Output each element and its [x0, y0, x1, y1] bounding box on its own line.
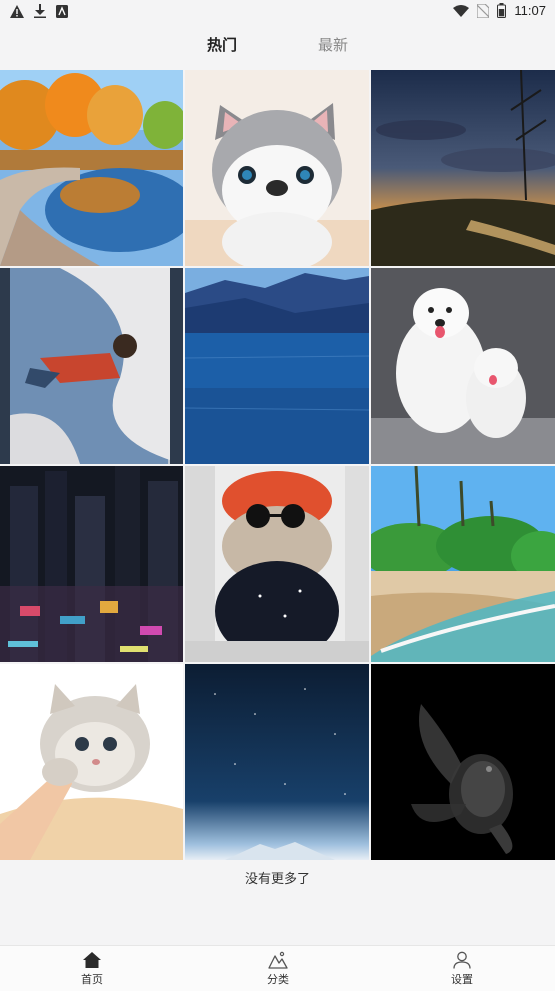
wallpaper-item-boy-painting[interactable] — [0, 268, 183, 464]
status-bar: 11:07 — [0, 0, 555, 24]
battery-icon — [497, 3, 507, 18]
tab-bar: 热门 最新 — [0, 24, 555, 85]
wifi-icon — [453, 4, 470, 17]
person-icon — [453, 951, 471, 969]
wallpaper-item-kitten-paw[interactable] — [0, 664, 183, 860]
nav-label-home: 首页 — [81, 973, 103, 986]
status-right-icons: 11:07 — [453, 3, 546, 18]
nav-item-category[interactable]: 分类 — [248, 951, 308, 987]
wallpaper-grid — [0, 70, 555, 860]
wallpaper-item-tropical-beach[interactable] — [371, 466, 555, 662]
no-sim-icon — [477, 3, 490, 18]
app-icon — [56, 4, 68, 18]
status-left-icons — [10, 4, 68, 18]
home-icon — [83, 952, 101, 968]
wallpaper-item-samoyed-dogs[interactable] — [371, 268, 555, 464]
wallpaper-item-night-city[interactable] — [0, 466, 183, 662]
nav-item-home[interactable]: 首页 — [62, 951, 122, 987]
wallpaper-item-autumn-pond[interactable] — [0, 70, 183, 266]
mountain-icon — [268, 951, 288, 969]
wallpaper-item-black-goldfish[interactable] — [371, 664, 555, 860]
wallpaper-item-starry-sky[interactable] — [185, 664, 369, 860]
bottom-nav: 首页 分类 设置 — [0, 945, 555, 991]
nav-item-settings[interactable]: 设置 — [432, 951, 492, 987]
clock: 11:07 — [514, 3, 546, 18]
warning-icon — [10, 4, 24, 18]
no-more-text: 没有更多了 — [244, 872, 310, 887]
tab-hot[interactable]: 热门 — [207, 34, 237, 55]
nav-label-settings: 设置 — [451, 973, 473, 986]
wallpaper-item-sunset-field[interactable] — [371, 70, 555, 266]
wallpaper-item-cat-with-hat[interactable] — [185, 466, 369, 662]
wallpaper-item-husky-puppy[interactable] — [185, 70, 369, 266]
wallpaper-item-blue-lake[interactable] — [185, 268, 369, 464]
download-icon — [34, 4, 46, 18]
tab-new[interactable]: 最新 — [318, 34, 348, 55]
nav-label-category: 分类 — [267, 973, 289, 986]
